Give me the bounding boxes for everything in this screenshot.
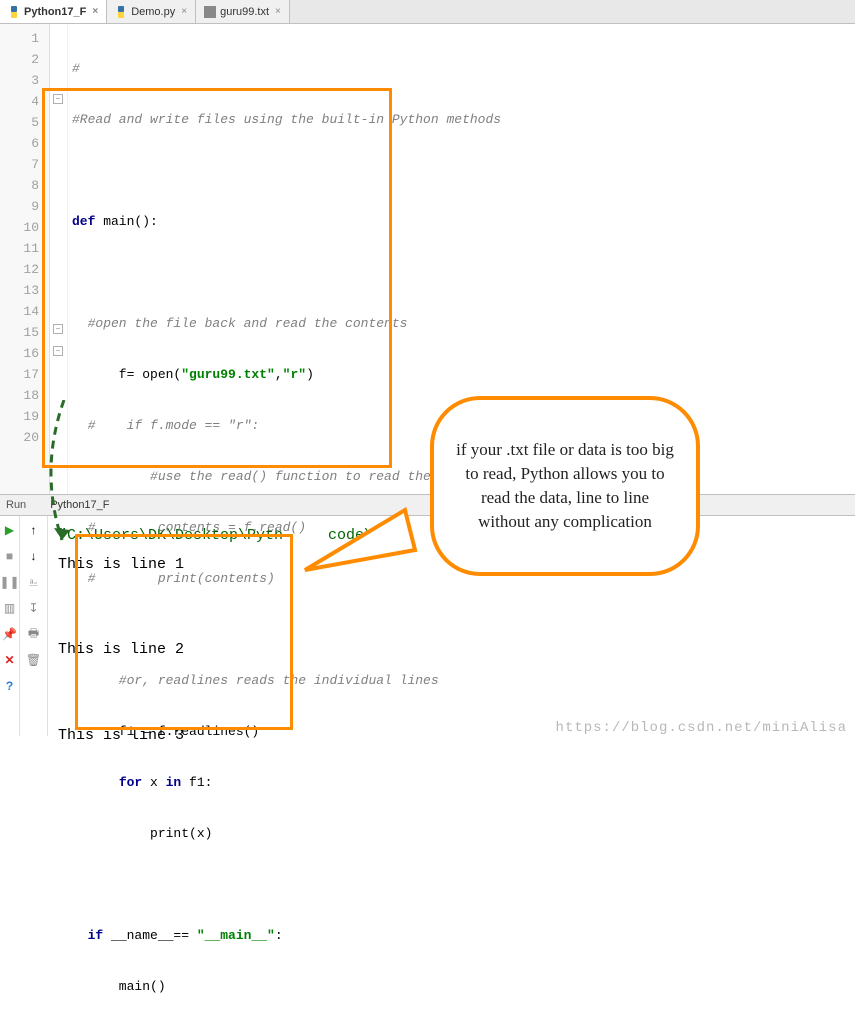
wrap-icon[interactable]: ⎁ [26, 574, 42, 590]
run-toolbar-right: ↑ ↓ ⎁ ↧ 🖶 🗑 [20, 516, 48, 736]
run-label: Run [6, 499, 26, 511]
close-icon[interactable]: × [275, 6, 281, 17]
scroll-icon[interactable]: ↧ [26, 600, 42, 616]
callout-text: if your .txt file or data is too big to … [454, 438, 676, 533]
up-arrow-icon[interactable]: ↑ [26, 522, 42, 538]
layout-icon[interactable]: ▥ [2, 600, 18, 616]
tab-guru99[interactable]: guru99.txt × [196, 0, 290, 23]
fold-toggle[interactable]: − [53, 346, 63, 356]
tab-demo[interactable]: Demo.py × [107, 0, 196, 23]
editor-tabs: Python17_F × Demo.py × guru99.txt × [0, 0, 855, 24]
help-icon[interactable]: ? [2, 678, 18, 694]
trash-icon[interactable]: 🗑 [26, 652, 42, 668]
down-arrow-icon[interactable]: ↓ [26, 548, 42, 564]
close-icon[interactable]: × [181, 6, 187, 17]
text-file-icon [204, 6, 216, 18]
run-toolbar-left: ▶ ■ ❚❚ ▥ 📌 ✕ ? [0, 516, 20, 736]
fold-column: − − − [50, 24, 68, 494]
fold-toggle[interactable]: − [53, 324, 63, 334]
fold-toggle[interactable]: − [53, 94, 63, 104]
tab-python17[interactable]: Python17_F × [0, 0, 107, 23]
annotation-callout: if your .txt file or data is too big to … [430, 396, 700, 576]
watermark: https://blog.csdn.net/miniAlisa [556, 720, 847, 736]
tab-label: guru99.txt [220, 6, 269, 18]
close-icon[interactable]: ✕ [2, 652, 18, 668]
print-icon[interactable]: 🖶 [26, 626, 42, 642]
tab-label: Demo.py [131, 6, 175, 18]
stop-icon[interactable]: ■ [2, 548, 18, 564]
tab-label: Python17_F [24, 6, 86, 18]
close-icon[interactable]: × [92, 6, 98, 17]
line-gutter: 1234567891011121314151617181920 [0, 24, 50, 494]
code-editor[interactable]: 1234567891011121314151617181920 − − − # … [0, 24, 855, 494]
pin-icon[interactable]: 📌 [2, 626, 18, 642]
pause-icon[interactable]: ❚❚ [2, 574, 18, 590]
play-icon[interactable]: ▶ [2, 522, 18, 538]
python-icon [8, 6, 20, 18]
python-icon [115, 6, 127, 18]
python-icon [32, 499, 44, 511]
